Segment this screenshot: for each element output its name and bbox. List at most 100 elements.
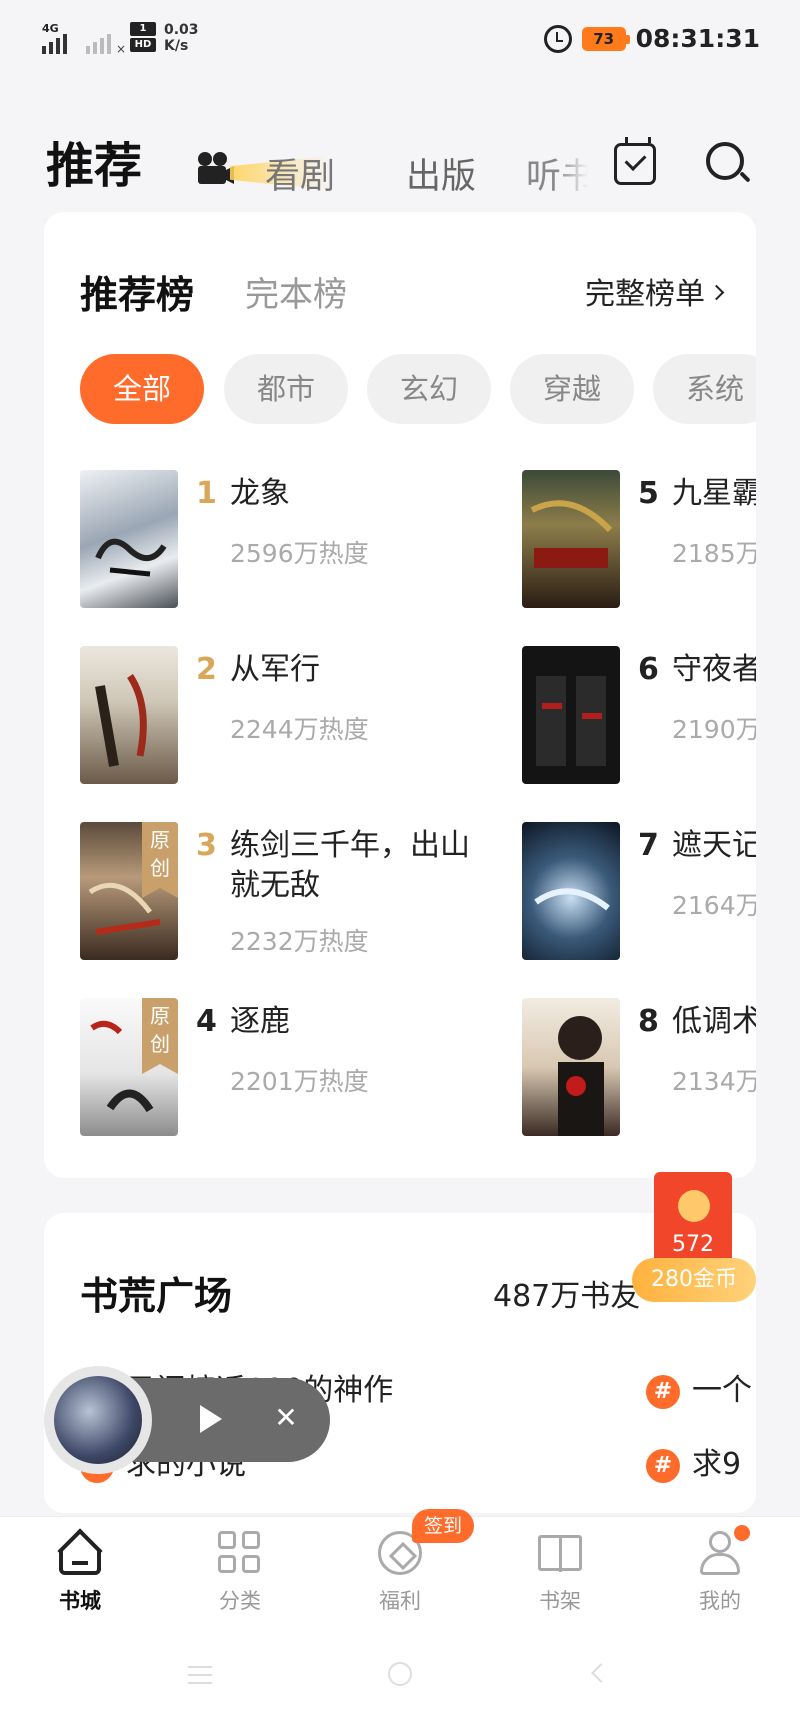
tab-watch-drama[interactable]: 看剧 [265, 148, 335, 199]
book-cover [522, 998, 620, 1136]
video-camera-icon [196, 150, 330, 190]
rank-number: 7 [638, 828, 659, 863]
rank-number: 3 [196, 828, 217, 863]
book-cover [80, 470, 178, 608]
close-icon[interactable]: ✕ [270, 1402, 302, 1434]
plaza-member-count: 487万书友 [493, 1279, 641, 1314]
page-title[interactable]: 推荐 [46, 126, 142, 196]
audio-mini-player[interactable]: ✕ [44, 1366, 330, 1474]
back-icon[interactable] [591, 1663, 611, 1683]
topic-item[interactable]: # 一个 [646, 1365, 752, 1409]
nav-mine[interactable]: 我的 [670, 1531, 770, 1615]
tab-recommend-ranking[interactable]: 推荐榜 [80, 264, 194, 319]
chip-system[interactable]: 系统 [653, 354, 756, 424]
calendar-check-icon[interactable] [614, 137, 656, 185]
book-cover: 原创 [80, 822, 178, 960]
book-item[interactable]: 6 守夜者 2190万热度 [522, 646, 756, 786]
grid-icon [216, 1531, 264, 1575]
book-item[interactable]: 2 从军行 2244万热度 [80, 646, 430, 786]
top-header: 推荐 看剧 出版 听书 [0, 118, 800, 208]
chip-urban[interactable]: 都市 [224, 354, 348, 424]
book-title: 九星霸体诀 [672, 476, 756, 511]
battery-indicator: 73 [581, 26, 630, 51]
book-cover: 原创 [80, 998, 178, 1136]
original-badge: 原创 [142, 822, 178, 898]
nav-label: 福利 [379, 1589, 421, 1613]
home-icon [56, 1528, 104, 1575]
nav-category[interactable]: 分类 [190, 1531, 290, 1615]
book-item[interactable]: 8 低调术士 2134万热度 [522, 998, 756, 1138]
tab-completed-ranking[interactable]: 完本榜 [245, 267, 347, 316]
alarm-icon [543, 24, 572, 53]
book-title: 守夜者 [672, 652, 756, 687]
book-title: 逐鹿 [230, 1004, 290, 1039]
book-heat: 2164万热度 [672, 891, 756, 920]
tab-listen[interactable]: 听书 [526, 148, 588, 199]
nav-label: 书城 [59, 1589, 101, 1613]
nav-bookstore[interactable]: 书城 [30, 1528, 130, 1615]
book-heat: 2185万热度 [672, 539, 756, 568]
signal-icon: 4G [42, 22, 78, 54]
packet-count: 572 [672, 1232, 714, 1257]
full-ranking-link[interactable]: 完整榜单 [585, 269, 725, 313]
book-heat: 2201万热度 [230, 1067, 369, 1096]
book-item[interactable]: 5 九星霸体诀 2185万热度 [522, 470, 756, 610]
hashtag-icon: # [646, 1448, 680, 1483]
book-heat: 2232万热度 [230, 927, 369, 956]
signal-secondary-icon: × [86, 22, 126, 56]
hd-icon: 1 HD [130, 22, 156, 54]
bottom-navigation: 书城 分类 福利 签到 书架 我的 [0, 1509, 800, 1624]
play-icon[interactable] [200, 1405, 222, 1433]
book-item[interactable]: 1 龙象 2596万热度 [80, 470, 430, 610]
plaza-title: 书荒广场 [80, 1274, 233, 1318]
book-title: 练剑三千年，出山就无敌 [230, 828, 470, 903]
category-chips: 全部 都市 玄幻 穿越 系统 [80, 354, 756, 426]
book-cover [522, 822, 620, 960]
book-open-icon [536, 1531, 584, 1575]
book-heat: 2244万热度 [230, 715, 369, 744]
book-item[interactable]: 原创 4 逐鹿 2201万热度 [80, 998, 430, 1138]
book-title: 低调术士 [672, 1004, 756, 1039]
audiobook-cover[interactable] [44, 1366, 152, 1474]
rank-number: 6 [638, 652, 659, 687]
ranking-card: 推荐榜 完本榜 完整榜单 全部 都市 玄幻 穿越 系统 1 龙象 2596万热度… [44, 212, 756, 1178]
book-heat: 2190万热度 [672, 715, 756, 744]
rank-number: 8 [638, 1004, 659, 1039]
book-item[interactable]: 原创 3 练剑三千年，出山就无敌 2232万热度 [80, 822, 470, 962]
notification-dot [734, 1525, 750, 1541]
book-item[interactable]: 7 遮天记 2164万热度 [522, 822, 756, 962]
book-title: 从军行 [230, 652, 320, 687]
book-title: 龙象 [230, 476, 290, 511]
nav-label: 我的 [699, 1589, 741, 1613]
original-badge: 原创 [142, 998, 178, 1074]
network-speed: 0.03 K/s [164, 22, 199, 54]
book-cover [80, 646, 178, 784]
topic-item[interactable]: # 求9 [646, 1439, 741, 1483]
nav-label: 分类 [219, 1589, 261, 1613]
chevron-right-icon [708, 284, 725, 301]
system-navigation-bar [0, 1624, 800, 1733]
gold-coin-badge[interactable]: 280金币 [632, 1258, 756, 1302]
nav-label: 书架 [539, 1589, 581, 1613]
home-button-icon[interactable] [388, 1662, 412, 1686]
hashtag-icon: # [646, 1374, 680, 1409]
rank-number: 4 [196, 1004, 217, 1039]
tab-publish[interactable]: 出版 [406, 148, 476, 199]
chip-time-travel[interactable]: 穿越 [510, 354, 634, 424]
rank-number: 2 [196, 652, 217, 687]
book-title: 遮天记 [672, 828, 756, 863]
book-heat: 2596万热度 [230, 539, 369, 568]
chip-fantasy[interactable]: 玄幻 [367, 354, 491, 424]
clock: 08:31:31 [635, 24, 760, 53]
menu-icon[interactable] [188, 1666, 212, 1684]
sign-in-badge[interactable]: 签到 [412, 1509, 475, 1543]
book-cover [522, 470, 620, 608]
book-heat: 2134万热度 [672, 1067, 756, 1096]
nav-welfare[interactable]: 福利 [350, 1531, 450, 1615]
search-icon[interactable] [706, 142, 751, 186]
rank-number: 1 [196, 476, 217, 511]
nav-bookshelf[interactable]: 书架 [510, 1531, 610, 1615]
rank-number: 5 [638, 476, 659, 511]
coin-icon [678, 1190, 710, 1222]
chip-all[interactable]: 全部 [80, 354, 204, 424]
